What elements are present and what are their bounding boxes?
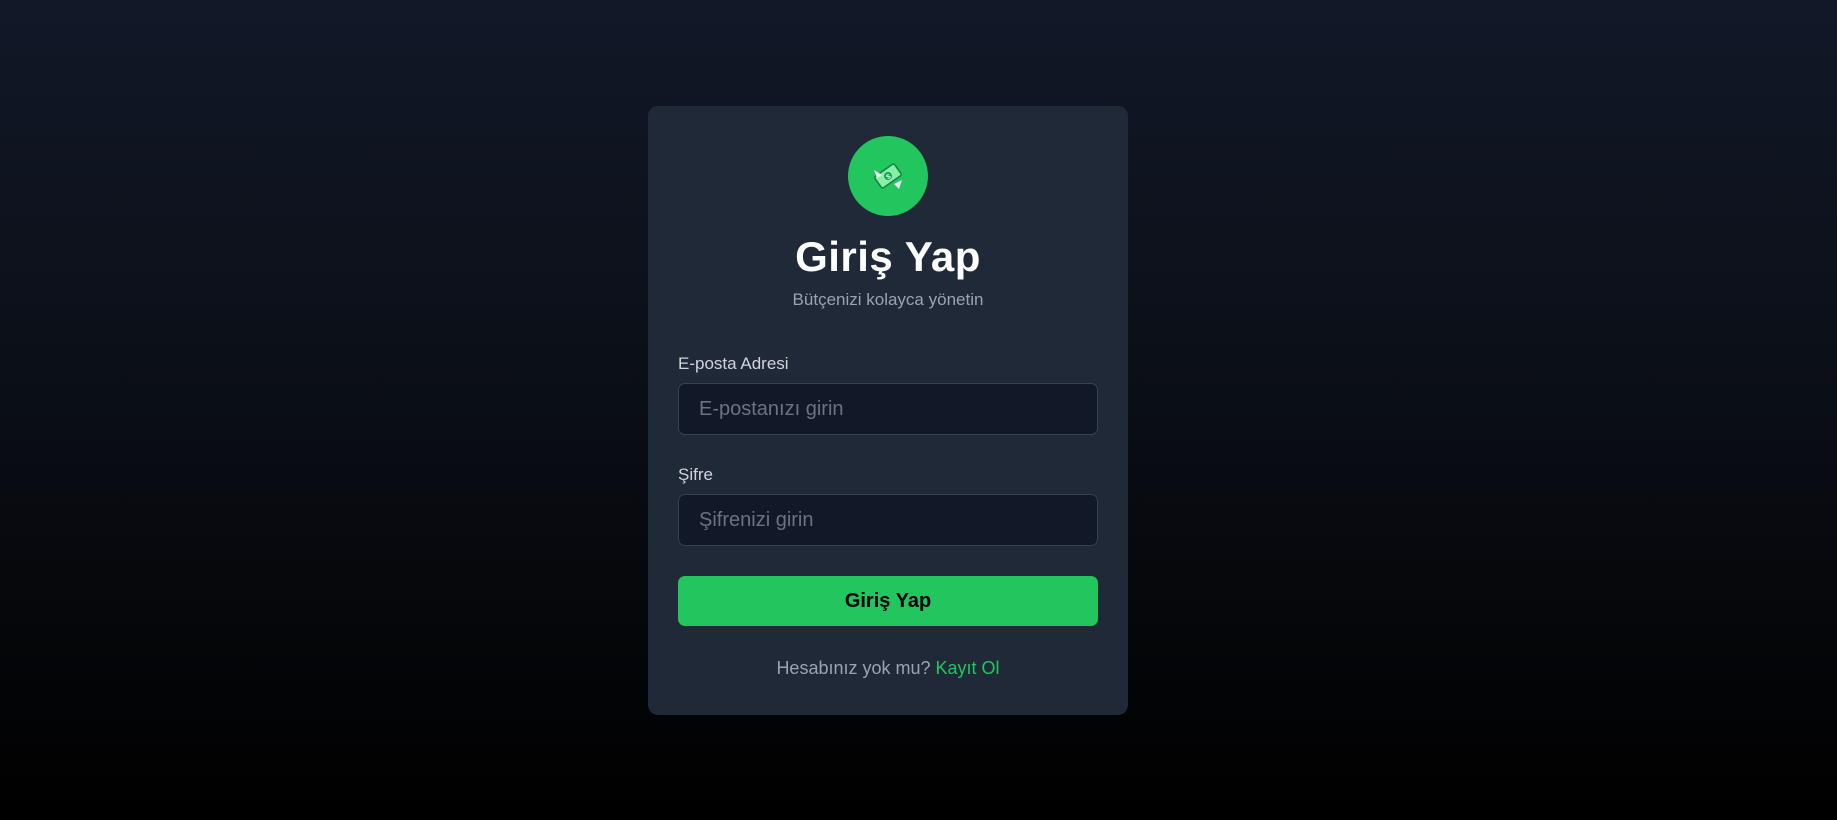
email-field-group: E-posta Adresi bbox=[678, 354, 1098, 435]
register-prompt: Hesabınız yok mu? Kayıt Ol bbox=[678, 658, 1098, 679]
email-input[interactable] bbox=[678, 383, 1098, 435]
money-with-wings-icon: $ bbox=[874, 163, 902, 189]
email-label: E-posta Adresi bbox=[678, 354, 789, 373]
page-subtitle: Bütçenizi kolayca yönetin bbox=[792, 290, 984, 309]
register-prompt-text: Hesabınız yok mu? bbox=[776, 658, 931, 678]
logo: $ bbox=[848, 136, 928, 216]
password-field-group: Şifre bbox=[678, 465, 1098, 546]
register-link[interactable]: Kayıt Ol bbox=[936, 658, 1000, 678]
login-card: $ Giriş Yap Bütçenizi kolayca yönetin E-… bbox=[648, 106, 1128, 715]
login-button[interactable]: Giriş Yap bbox=[678, 576, 1098, 626]
password-label: Şifre bbox=[678, 465, 713, 484]
page-title: Giriş Yap bbox=[795, 233, 981, 280]
password-input[interactable] bbox=[678, 494, 1098, 546]
